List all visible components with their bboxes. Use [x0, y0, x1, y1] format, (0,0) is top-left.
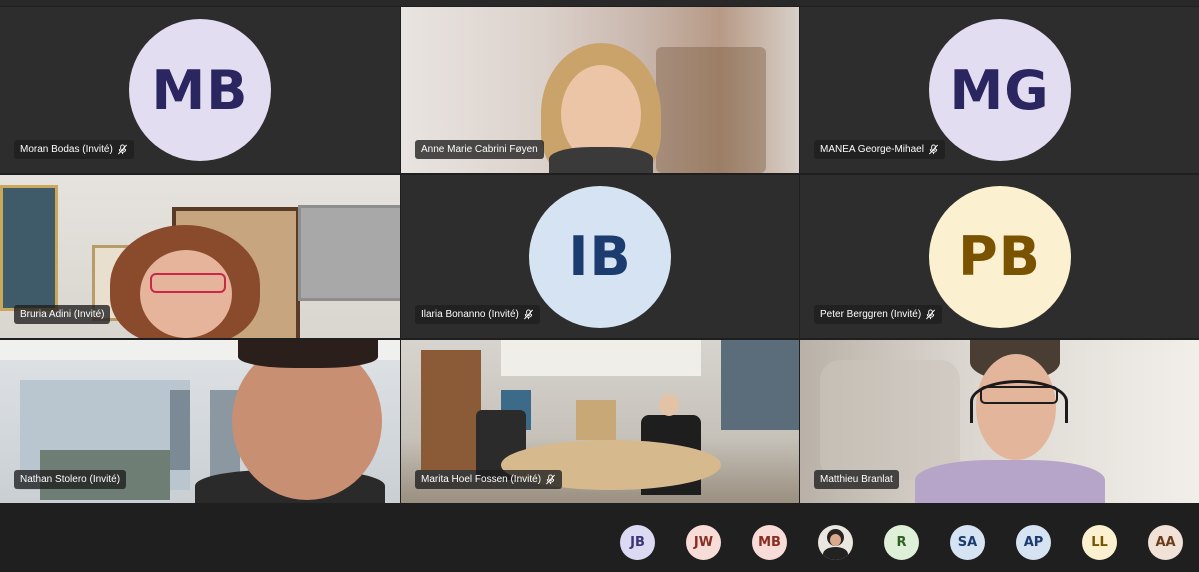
avatar: MB — [129, 19, 271, 161]
participant-tile-nathan[interactable]: Nathan Stolero (Invité) — [0, 340, 400, 503]
participant-name: MANEA George-Mihael — [820, 144, 924, 155]
roster-avatar-ll[interactable]: LL — [1082, 525, 1117, 560]
participant-name-tag: Ilaria Bonanno (Invité) — [415, 305, 540, 324]
participant-roster: JB JW MB R SA AP LL AA — [620, 525, 1183, 560]
participant-name: Bruria Adini (Invité) — [20, 309, 105, 320]
participant-tile-moran-bodas[interactable]: MB Moran Bodas (Invité) — [0, 7, 400, 173]
participant-name-tag: Marita Hoel Fossen (Invité) — [415, 470, 563, 489]
roster-avatar-r[interactable]: R — [884, 525, 919, 560]
participant-tile-bruria[interactable]: Bruria Adini (Invité) — [0, 175, 400, 338]
participant-name-tag: Anne Marie Cabrini Føyen — [415, 140, 544, 159]
participant-name-tag: Matthieu Branlat — [814, 470, 899, 489]
participant-name: Nathan Stolero (Invité) — [20, 474, 121, 485]
participant-name: Peter Berggren (Invité) — [820, 309, 922, 320]
avatar: IB — [529, 185, 671, 328]
roster-avatar-ap[interactable]: AP — [1016, 525, 1051, 560]
top-bar — [0, 0, 1199, 6]
participant-tile-ilaria[interactable]: IB Ilaria Bonanno (Invité) — [401, 175, 799, 338]
participant-tile-marita[interactable]: Marita Hoel Fossen (Invité) — [401, 340, 799, 503]
participant-tile-anne-marie[interactable]: Anne Marie Cabrini Føyen — [401, 7, 799, 173]
participant-tile-manea[interactable]: MG MANEA George-Mihael — [800, 7, 1199, 173]
participants-bar: JB JW MB R SA AP LL AA — [0, 505, 1199, 572]
mic-muted-icon — [928, 144, 938, 155]
roster-avatar-mb[interactable]: MB — [752, 525, 787, 560]
roster-avatar-photo[interactable] — [818, 525, 853, 560]
participant-name-tag: Moran Bodas (Invité) — [14, 140, 134, 159]
participant-name: Marita Hoel Fossen (Invité) — [421, 474, 542, 485]
participant-name: Matthieu Branlat — [820, 474, 893, 485]
roster-avatar-jw[interactable]: JW — [686, 525, 721, 560]
participant-tile-matthieu[interactable]: Matthieu Branlat — [800, 340, 1199, 503]
roster-avatar-jb[interactable]: JB — [620, 525, 655, 560]
participant-name-tag: Peter Berggren (Invité) — [814, 305, 943, 324]
participant-tile-peter[interactable]: PB Peter Berggren (Invité) — [800, 175, 1199, 338]
participant-name: Ilaria Bonanno (Invité) — [421, 309, 519, 320]
mic-muted-icon — [117, 144, 127, 155]
avatar: MG — [928, 19, 1071, 161]
mic-muted-icon — [926, 309, 936, 320]
avatar: PB — [928, 185, 1071, 328]
roster-avatar-aa[interactable]: AA — [1148, 525, 1183, 560]
participant-name-tag: Nathan Stolero (Invité) — [14, 470, 127, 489]
mic-muted-icon — [546, 474, 556, 485]
participant-name-tag: Bruria Adini (Invité) — [14, 305, 111, 324]
participant-name: Anne Marie Cabrini Føyen — [421, 144, 538, 155]
participant-name: Moran Bodas (Invité) — [20, 144, 113, 155]
participant-name-tag: MANEA George-Mihael — [814, 140, 945, 159]
roster-avatar-sa[interactable]: SA — [950, 525, 985, 560]
video-grid: MB Moran Bodas (Invité) Anne Marie Cabri… — [0, 7, 1199, 503]
mic-muted-icon — [523, 309, 533, 320]
